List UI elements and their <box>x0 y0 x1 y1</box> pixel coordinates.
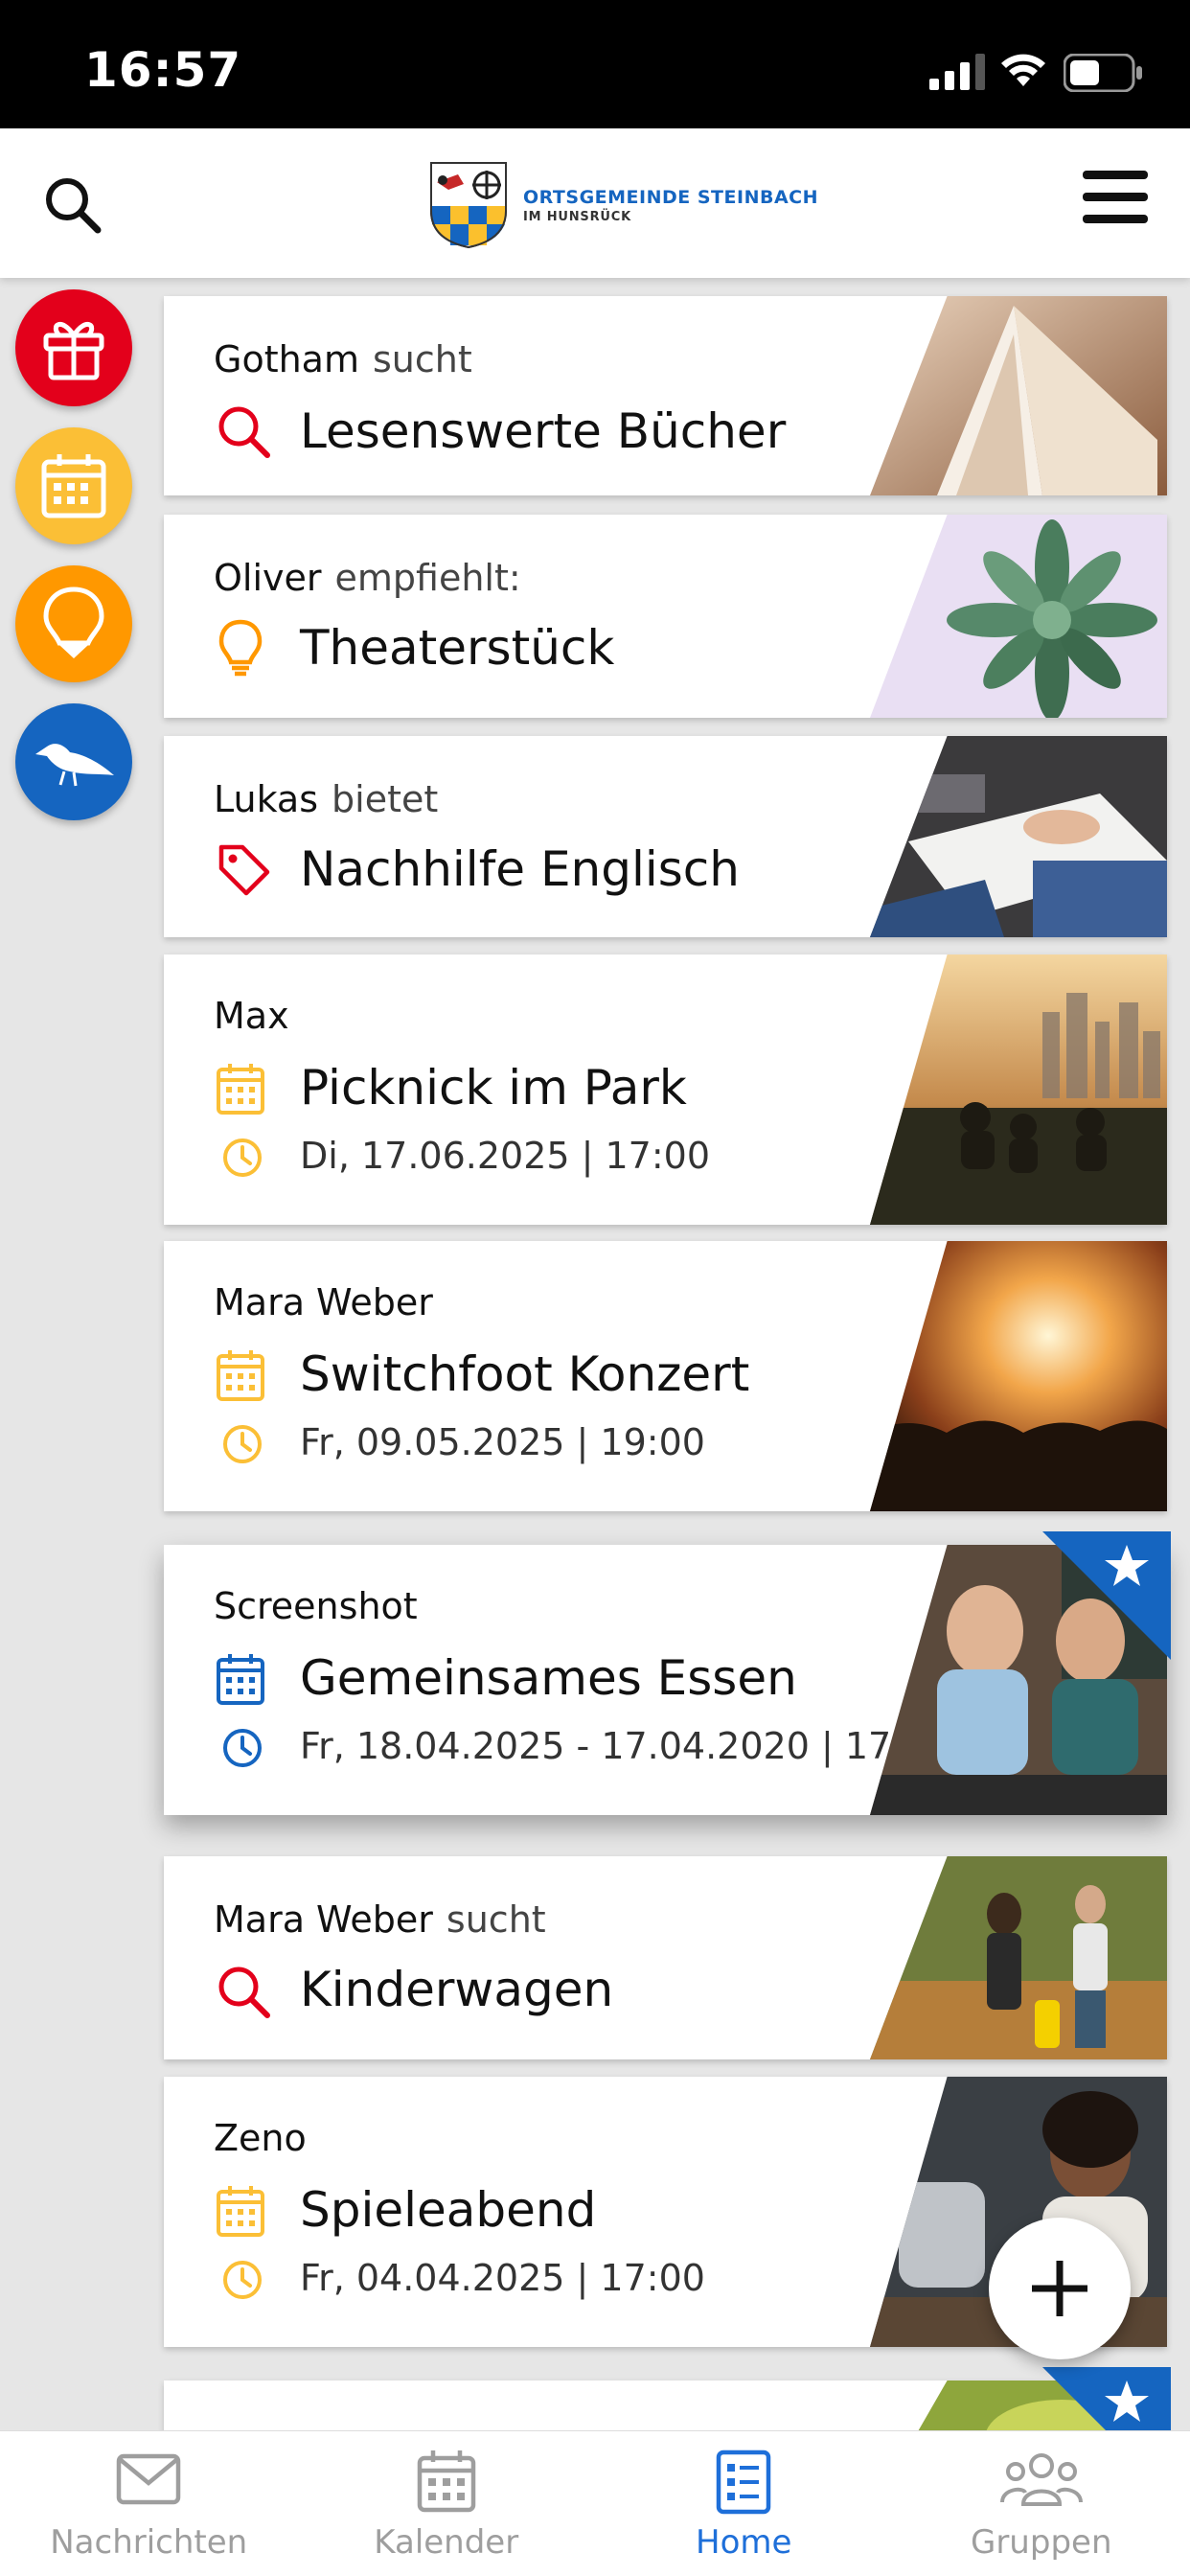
logo-title: Ortsgemeinde Steinbach <box>523 186 818 208</box>
search-icon <box>218 406 270 458</box>
category-idea-button[interactable] <box>15 565 132 682</box>
card-author: Mara Weber <box>214 1281 433 1323</box>
battery-icon <box>1064 54 1142 92</box>
category-calendar-button[interactable] <box>15 427 132 544</box>
card-verb: sucht <box>446 1898 546 1941</box>
feed-card[interactable]: Mara Weber Switchfoot Konzert Fr, 09.05.… <box>164 1241 1167 1511</box>
lightbulb-icon <box>43 586 104 659</box>
tag-icon <box>218 844 270 896</box>
clock-icon <box>223 1138 262 1177</box>
calendar-icon <box>417 2450 475 2513</box>
status-bar: 16:57 <box>0 0 1190 128</box>
bird-icon <box>35 744 114 787</box>
feed-card[interactable]: Gotham sucht Lesenswerte Bücher <box>164 296 1167 495</box>
coat-of-arms-icon <box>430 162 507 249</box>
family-stroller-image <box>870 1856 1167 2059</box>
category-gift-button[interactable] <box>15 289 132 406</box>
signal-icon <box>929 54 985 90</box>
card-author: Lukas <box>214 778 319 820</box>
menu-icon[interactable] <box>1081 163 1150 232</box>
park-picnic-image <box>870 954 1167 1225</box>
card-title: Theaterstück <box>300 620 615 676</box>
card-title: Spieleabend <box>300 2182 597 2238</box>
card-verb: sucht <box>372 338 472 380</box>
tab-label: Kalender <box>374 2523 519 2562</box>
tab-nachrichten[interactable]: Nachrichten <box>0 2431 298 2576</box>
book-image <box>870 296 1167 495</box>
clock-icon <box>223 1729 262 1767</box>
card-title: Nachhilfe Englisch <box>300 841 740 897</box>
succulent-image <box>870 515 1167 718</box>
plus-icon <box>1032 2261 1087 2316</box>
gift-icon <box>43 322 104 380</box>
card-author: Max <box>214 995 289 1037</box>
wifi-icon <box>1001 54 1045 86</box>
card-title: Picknick im Park <box>300 1060 687 1116</box>
status-time: 16:57 <box>84 42 242 98</box>
card-author: Gotham <box>214 338 359 380</box>
app-header: Ortsgemeinde Steinbach im Hunsrück <box>0 128 1190 278</box>
add-post-button[interactable] <box>989 2218 1131 2359</box>
calendar-icon <box>217 1654 264 1705</box>
star-flag-icon <box>1042 1531 1171 1660</box>
list-icon <box>717 2450 771 2515</box>
feed-card[interactable]: Mara Weber sucht Kinderwagen <box>164 1856 1167 2059</box>
tab-label: Home <box>696 2523 792 2562</box>
lightbulb-icon <box>218 619 263 677</box>
calendar-icon <box>217 2186 264 2237</box>
card-verb: bietet <box>332 778 439 820</box>
card-date: Di, 17.06.2025 | 17:00 <box>300 1135 711 1177</box>
card-title: Lesenswerte Bücher <box>300 403 787 459</box>
card-author: Screenshot <box>214 1585 418 1627</box>
tab-home[interactable]: Home <box>595 2431 893 2576</box>
desk-study-image <box>870 736 1167 937</box>
card-date: Fr, 18.04.2025 - 17.04.2020 | 17:00 <box>300 1725 950 1767</box>
tab-kalender[interactable]: Kalender <box>298 2431 596 2576</box>
feed-card[interactable]: Oliver empfiehlt: Theaterstück <box>164 515 1167 718</box>
mail-icon <box>117 2453 181 2505</box>
feed-card[interactable]: Lukas bietet Nachhilfe Englisch <box>164 736 1167 937</box>
card-author: Zeno <box>214 2117 307 2159</box>
feed-card[interactable]: Max Picknick im Park Di, 17.06.2025 | 17… <box>164 954 1167 1225</box>
card-author: Mara Weber <box>214 1898 433 1941</box>
logo-subtitle: im Hunsrück <box>523 209 631 224</box>
search-icon <box>218 1966 270 2018</box>
tab-gruppen[interactable]: Gruppen <box>893 2431 1190 2576</box>
search-icon[interactable] <box>42 174 105 238</box>
bottom-navigation: Nachrichten Kalender Home Gruppen <box>0 2430 1190 2576</box>
community-logo[interactable]: Ortsgemeinde Steinbach im Hunsrück <box>429 161 818 249</box>
clock-icon <box>223 2261 262 2299</box>
card-title: Kinderwagen <box>300 1962 614 2017</box>
category-bird-button[interactable] <box>15 703 132 820</box>
calendar-icon <box>217 1064 264 1115</box>
group-icon <box>999 2453 1083 2506</box>
tab-label: Gruppen <box>970 2523 1112 2562</box>
featured-feed-card[interactable]: Screenshot Gemeinsames Essen Fr, 18.04.2… <box>164 1531 1171 1815</box>
card-date: Fr, 09.05.2025 | 19:00 <box>300 1421 705 1463</box>
clock-icon <box>223 1425 262 1463</box>
card-author: Oliver <box>214 557 322 599</box>
card-title: Gemeinsames Essen <box>300 1650 797 1706</box>
tab-label: Nachrichten <box>50 2523 248 2562</box>
card-verb: empfiehlt: <box>334 557 521 599</box>
calendar-icon <box>217 1350 264 1401</box>
calendar-icon <box>41 454 106 518</box>
concert-image <box>870 1241 1167 1511</box>
card-date: Fr, 04.04.2025 | 17:00 <box>300 2257 705 2299</box>
card-title: Switchfoot Konzert <box>300 1346 750 1402</box>
